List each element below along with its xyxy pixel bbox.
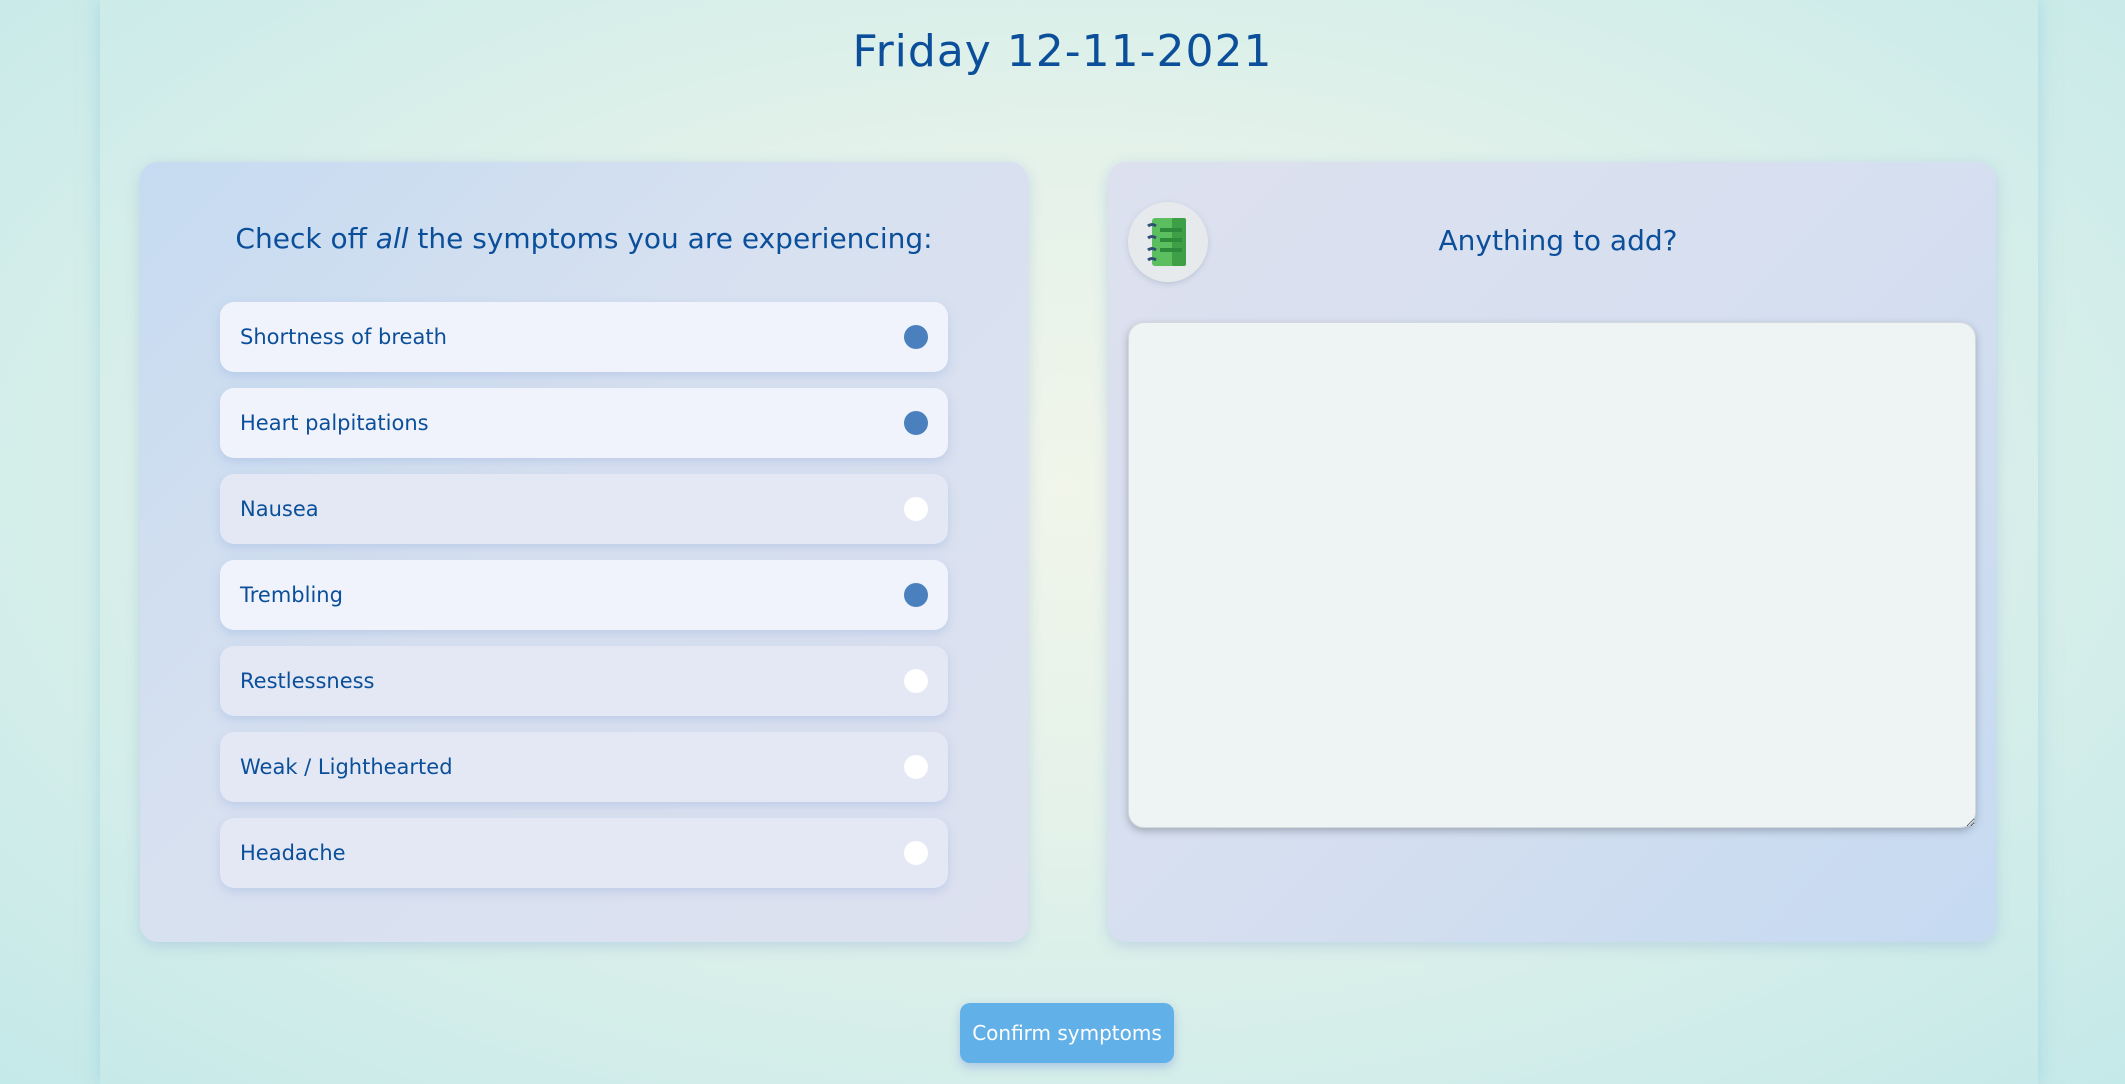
- symptom-item-restlessness[interactable]: Restlessness: [220, 646, 948, 716]
- symptom-radio[interactable]: [904, 755, 928, 779]
- symptom-label: Nausea: [240, 497, 319, 521]
- confirm-symptoms-button[interactable]: Confirm symptoms: [960, 1003, 1174, 1063]
- symptom-label: Headache: [240, 841, 346, 865]
- symptom-radio[interactable]: [904, 583, 928, 607]
- symptom-radio[interactable]: [904, 669, 928, 693]
- symptom-radio[interactable]: [904, 411, 928, 435]
- symptoms-heading: Check off all the symptoms you are exper…: [140, 222, 1028, 255]
- notes-textarea[interactable]: [1128, 322, 1976, 828]
- notes-panel: Anything to add?: [1108, 162, 1996, 942]
- notes-heading: Anything to add?: [1438, 224, 1678, 257]
- symptom-label: Trembling: [240, 583, 343, 607]
- notebook-icon: [1128, 202, 1208, 282]
- heading-prefix: Check off: [235, 222, 376, 255]
- heading-suffix: the symptoms you are experiencing:: [408, 222, 933, 255]
- symptom-item-weak-lightheaded[interactable]: Weak / Lighthearted: [220, 732, 948, 802]
- symptom-item-headache[interactable]: Headache: [220, 818, 948, 888]
- symptom-label: Shortness of breath: [240, 325, 447, 349]
- symptom-label: Heart palpitations: [240, 411, 429, 435]
- symptom-label: Weak / Lighthearted: [240, 755, 453, 779]
- heading-emphasis: all: [375, 222, 409, 255]
- page-title: Friday 12-11-2021: [852, 26, 1273, 77]
- symptom-item-shortness-of-breath[interactable]: Shortness of breath: [220, 302, 948, 372]
- symptom-label: Restlessness: [240, 669, 375, 693]
- symptom-radio[interactable]: [904, 497, 928, 521]
- symptoms-panel: Check off all the symptoms you are exper…: [140, 162, 1028, 942]
- symptom-item-nausea[interactable]: Nausea: [220, 474, 948, 544]
- symptom-item-trembling[interactable]: Trembling: [220, 560, 948, 630]
- symptom-item-heart-palpitations[interactable]: Heart palpitations: [220, 388, 948, 458]
- symptom-radio[interactable]: [904, 841, 928, 865]
- symptom-radio[interactable]: [904, 325, 928, 349]
